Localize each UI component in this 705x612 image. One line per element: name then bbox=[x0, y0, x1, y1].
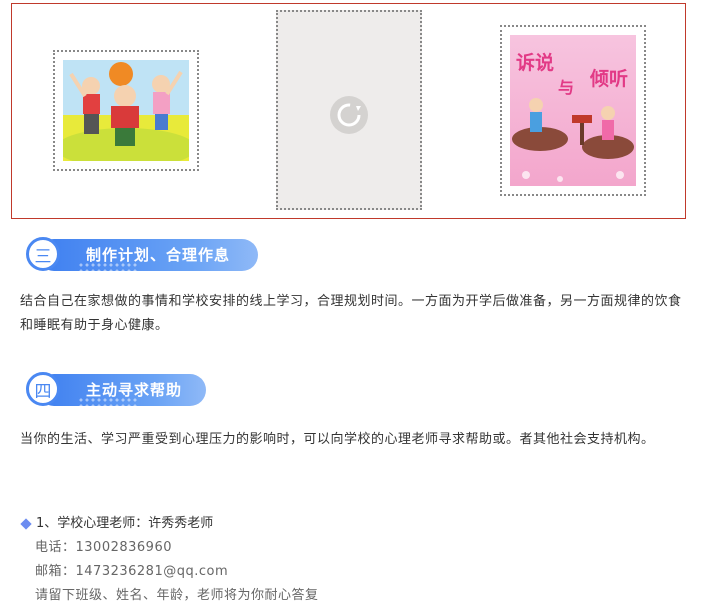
contact-email[interactable]: 邮箱：1473236281@qq.com bbox=[20, 560, 690, 584]
section-4-body: 当你的生活、学习严重受到心理压力的影响时，可以向学校的心理老师寻求帮助或。者其他… bbox=[20, 432, 655, 447]
talk-and-listen-illustration: 诉说 与 倾听 bbox=[510, 35, 636, 186]
loading-image-placeholder bbox=[276, 10, 422, 210]
contact-phone[interactable]: 电话：13002836960 bbox=[20, 536, 690, 560]
contact-title: 1、学校心理老师：许秀秀老师 bbox=[36, 516, 214, 531]
cheering-kids-image[interactable] bbox=[53, 50, 199, 171]
cheering-kids-illustration bbox=[63, 60, 189, 161]
section-3-title: 制作计划、合理作息 bbox=[86, 246, 231, 264]
talk-and-listen-image[interactable]: 诉说 与 倾听 bbox=[500, 25, 646, 196]
section-3-number-badge: 三 bbox=[26, 237, 60, 271]
contact-info: 1、学校心理老师：许秀秀老师 电话：13002836960 邮箱：1473236… bbox=[20, 512, 690, 608]
section-4-number-badge: 四 bbox=[26, 372, 60, 406]
section-3-body: 结合自己在家想做的事情和学校安排的线上学习，合理规划时间。一方面为开学后做准备，… bbox=[20, 294, 682, 333]
contact-title-row: 1、学校心理老师：许秀秀老师 bbox=[20, 512, 690, 536]
svg-text:诉说: 诉说 bbox=[516, 51, 554, 74]
loading-spinner-icon bbox=[330, 96, 368, 134]
image-strip-frame: 诉说 与 倾听 bbox=[11, 3, 686, 219]
diamond-bullet-icon bbox=[20, 518, 32, 530]
svg-text:倾听: 倾听 bbox=[589, 67, 628, 90]
svg-text:与: 与 bbox=[558, 78, 574, 97]
contact-note: 请留下班级、姓名、年龄，老师将为你耐心答复 bbox=[35, 588, 319, 603]
section-4-title: 主动寻求帮助 bbox=[86, 381, 183, 399]
